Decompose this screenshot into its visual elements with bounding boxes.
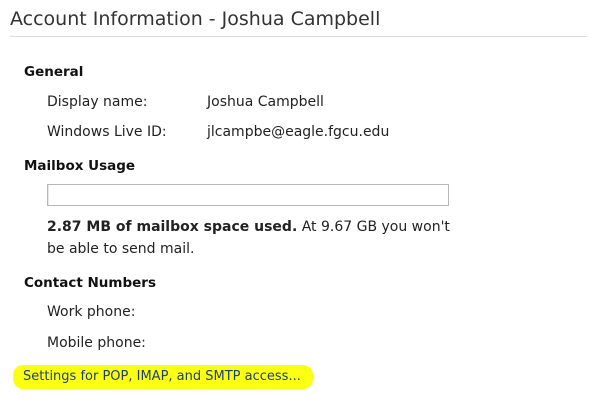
page-title: Account Information - Joshua Campbell — [10, 8, 381, 30]
live-id-value: jlcampbe@eagle.fgcu.edu — [207, 124, 390, 140]
section-general-heading: General — [24, 64, 84, 80]
display-name-value: Joshua Campbell — [207, 94, 324, 110]
section-contact-heading: Contact Numbers — [24, 275, 157, 291]
work-phone-label: Work phone: — [47, 304, 136, 320]
live-id-label: Windows Live ID: — [47, 124, 167, 140]
display-name-label: Display name: — [47, 94, 148, 110]
mailbox-usage-bar — [47, 184, 449, 206]
header: Account Information - Joshua Campbell — [10, 6, 587, 37]
section-mailbox-heading: Mailbox Usage — [24, 158, 136, 174]
mailbox-usage-text: 2.87 MB of mailbox space used. At 9.67 G… — [47, 216, 467, 260]
mailbox-usage-used: 2.87 MB of mailbox space used. — [47, 219, 298, 235]
pop-imap-smtp-settings-link[interactable]: Settings for POP, IMAP, and SMTP access.… — [13, 365, 313, 389]
mobile-phone-label: Mobile phone: — [47, 335, 146, 351]
